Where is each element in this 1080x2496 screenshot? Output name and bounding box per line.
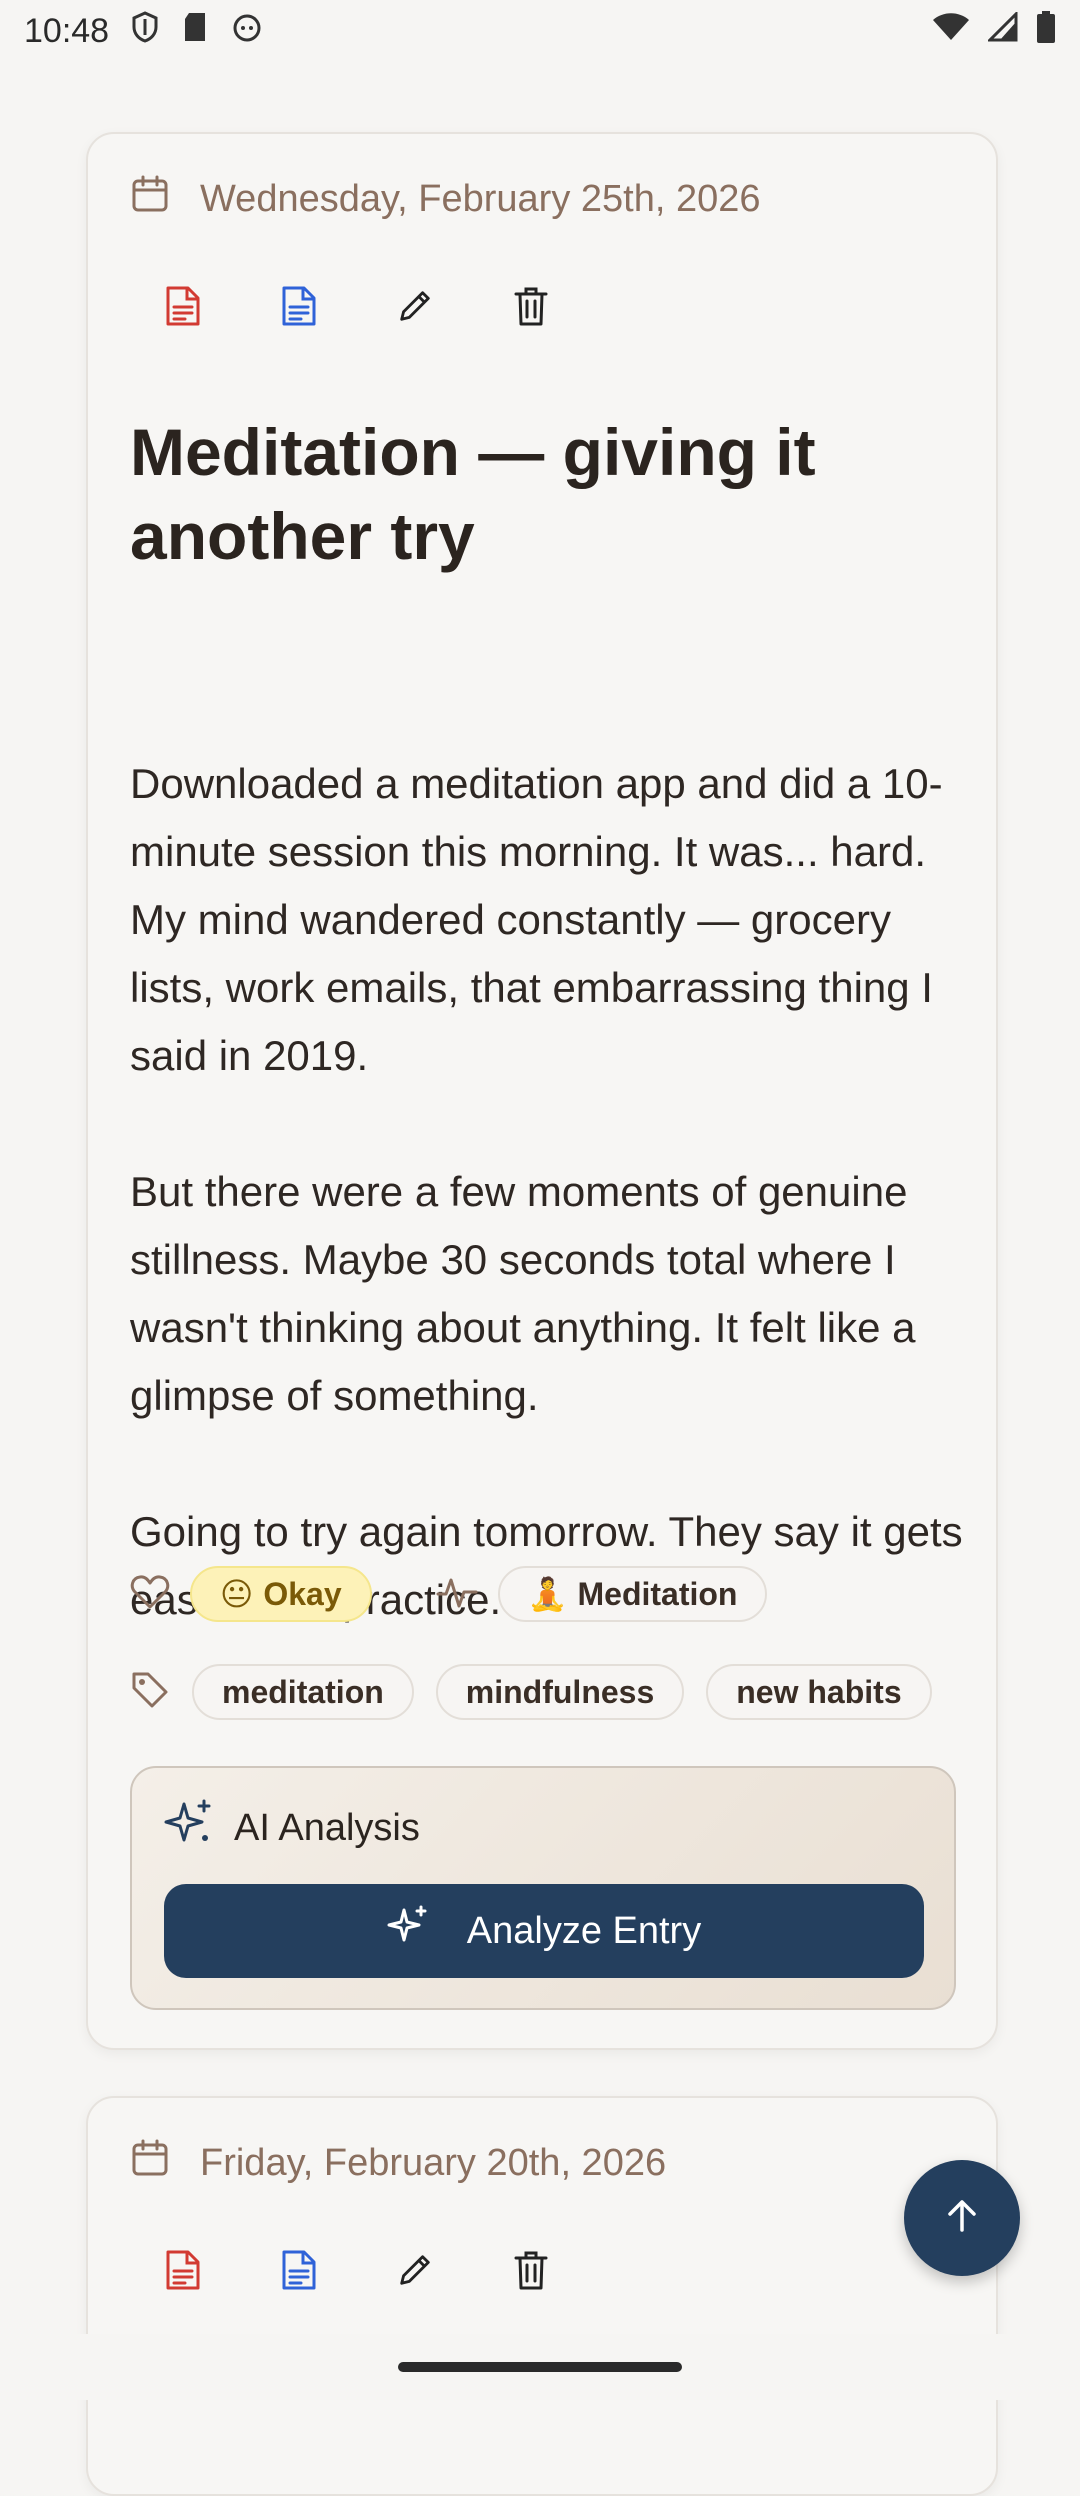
status-time: 10:48 bbox=[24, 11, 110, 50]
activity-pulse-icon bbox=[436, 1572, 478, 1617]
android-face-icon bbox=[231, 11, 263, 51]
entry-actions bbox=[164, 284, 550, 328]
entry-body: Downloaded a meditation app and did a 10… bbox=[130, 750, 970, 1702]
analyze-entry-label: Analyze Entry bbox=[466, 1909, 702, 1952]
scroll-to-top-button[interactable] bbox=[904, 2160, 1020, 2276]
activity-emoji: 🧘 bbox=[527, 1576, 568, 1612]
tag-chip[interactable]: new habits bbox=[706, 1664, 932, 1720]
calendar-icon bbox=[130, 174, 170, 224]
edit-pencil-icon[interactable] bbox=[396, 284, 434, 328]
tags-row: meditation mindfulness new habits bbox=[130, 1664, 932, 1720]
entry-date: Friday, February 20th, 2026 bbox=[200, 2141, 667, 2184]
entry-date-row: Wednesday, February 25th, 2026 bbox=[130, 174, 761, 224]
delete-trash-icon[interactable] bbox=[512, 2248, 550, 2292]
export-pdf-icon[interactable] bbox=[164, 284, 202, 328]
entry-date: Wednesday, February 25th, 2026 bbox=[200, 177, 761, 220]
mood-badge: 😐 Okay bbox=[190, 1566, 372, 1622]
journal-entry-card: Wednesday, February 25th, 2026 Meditatio… bbox=[86, 132, 998, 2050]
sparkles-icon bbox=[164, 1798, 214, 1858]
ai-analysis-title: AI Analysis bbox=[234, 1806, 420, 1849]
tag-chip[interactable]: mindfulness bbox=[435, 1664, 685, 1720]
wifi-icon bbox=[932, 12, 970, 50]
entry-paragraph: But there were a few moments of genuine … bbox=[130, 1168, 916, 1419]
entry-paragraph: Downloaded a meditation app and did a 10… bbox=[130, 760, 943, 1079]
analyze-entry-button[interactable]: Analyze Entry bbox=[164, 1884, 924, 1978]
arrow-up-icon bbox=[942, 2196, 982, 2241]
edit-pencil-icon[interactable] bbox=[396, 2248, 434, 2292]
ai-analysis-header: AI Analysis bbox=[164, 1798, 420, 1858]
ai-analysis-panel: AI Analysis Analyze Entry bbox=[130, 1766, 956, 2010]
mood-label: Okay bbox=[263, 1575, 342, 1612]
export-document-icon[interactable] bbox=[280, 284, 318, 328]
activity-badge: 🧘 Meditation bbox=[497, 1566, 768, 1622]
export-document-icon[interactable] bbox=[280, 2248, 318, 2292]
mood-activity-row: 😐 Okay 🧘 Meditation bbox=[130, 1566, 768, 1622]
activity-label: Meditation bbox=[577, 1575, 738, 1612]
entry-title: Meditation — giving it another try bbox=[130, 415, 816, 573]
mood-emoji: 😐 bbox=[220, 1576, 254, 1612]
sd-card-icon bbox=[181, 11, 209, 51]
export-pdf-icon[interactable] bbox=[164, 2248, 202, 2292]
journal-entry-card: Friday, February 20th, 2026 bbox=[86, 2096, 998, 2496]
tag-chip[interactable]: meditation bbox=[192, 1664, 414, 1720]
status-bar: 10:48 bbox=[0, 0, 1080, 62]
home-indicator[interactable] bbox=[398, 2362, 682, 2372]
signal-icon bbox=[986, 10, 1018, 50]
calendar-icon bbox=[130, 2138, 170, 2188]
heart-icon bbox=[130, 1574, 170, 1615]
tag-icon bbox=[130, 1670, 170, 1715]
entry-actions bbox=[164, 2248, 550, 2292]
battery-icon bbox=[1036, 11, 1056, 51]
entry-date-row: Friday, February 20th, 2026 bbox=[130, 2138, 666, 2188]
shield-icon bbox=[131, 11, 159, 51]
sparkles-icon bbox=[387, 1905, 429, 1957]
delete-trash-icon[interactable] bbox=[512, 284, 550, 328]
